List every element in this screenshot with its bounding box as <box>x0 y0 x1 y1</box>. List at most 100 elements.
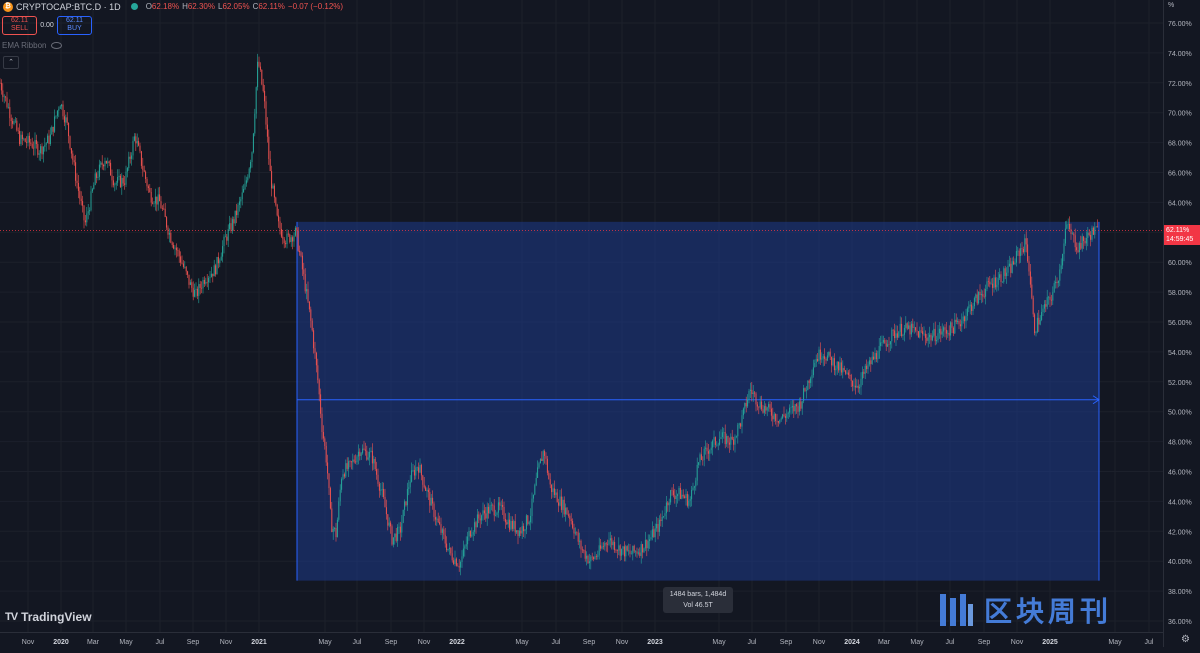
candle-body <box>706 447 708 452</box>
candle-body <box>299 250 301 253</box>
candle-body <box>943 327 945 332</box>
candle-body <box>542 450 544 462</box>
candle-body <box>315 352 317 366</box>
chart-area[interactable] <box>0 0 1163 632</box>
candle-body <box>933 328 935 336</box>
candle-body <box>559 496 561 506</box>
candle-body <box>579 540 581 542</box>
candle-body <box>895 333 897 339</box>
candle-body <box>485 513 487 519</box>
candle-body <box>145 171 147 179</box>
candle-body <box>489 505 491 514</box>
candle-body <box>777 421 779 423</box>
candle-body <box>17 130 19 132</box>
candle-body <box>297 230 299 251</box>
tradingview-logo[interactable]: TV TradingView <box>5 610 92 624</box>
candle-body <box>934 328 936 342</box>
candle-body <box>1039 319 1041 325</box>
candle-body <box>616 550 618 551</box>
candle-body <box>1038 317 1040 325</box>
candle-body <box>294 227 296 236</box>
candle-body <box>97 176 99 178</box>
candle-body <box>821 358 823 360</box>
candle-body <box>14 120 16 122</box>
candle-body <box>916 330 918 332</box>
ohlc-close: C62.11% <box>252 2 285 11</box>
candle-body <box>356 456 358 463</box>
candle-body <box>59 106 61 109</box>
candle-body <box>122 177 124 184</box>
candle-body <box>205 282 207 284</box>
eye-icon[interactable] <box>51 42 63 49</box>
candle-body <box>229 223 231 230</box>
candle-body <box>1014 262 1016 265</box>
candle-body <box>44 144 46 147</box>
candle-body <box>868 360 870 365</box>
candle-body <box>667 502 669 506</box>
candle-body <box>705 447 707 449</box>
candle-body <box>609 538 611 541</box>
candle-body <box>689 499 691 501</box>
candle-body <box>510 520 512 530</box>
candle-body <box>860 378 862 387</box>
candle-body <box>966 308 968 316</box>
gear-icon[interactable]: ⚙ <box>1181 634 1190 645</box>
candle-body <box>236 210 238 216</box>
candle-body <box>867 364 869 370</box>
candle-body <box>283 238 285 244</box>
symbol-name[interactable]: CRYPTOCAP:BTC.D · 1D <box>16 2 121 12</box>
candle-body <box>878 346 880 359</box>
candle-body <box>629 550 631 554</box>
symbol-header: ₿ CRYPTOCAP:BTC.D · 1D O62.18% H62.30% L… <box>0 0 343 13</box>
candle-body <box>373 458 375 464</box>
candle-body <box>923 333 925 335</box>
x-tick-label: 2021 <box>251 639 267 646</box>
candle-body <box>468 531 470 537</box>
candle-body <box>587 555 589 564</box>
candle-body <box>608 540 610 545</box>
candle-body <box>828 351 830 356</box>
candle-body <box>189 282 191 285</box>
candle-body <box>831 356 833 366</box>
candle-body <box>668 502 670 506</box>
candle-body <box>853 385 855 387</box>
candle-body <box>460 562 462 568</box>
candle-body <box>300 252 302 256</box>
candle-body <box>1056 281 1058 283</box>
candle-body <box>950 322 952 336</box>
measure-range-box[interactable] <box>297 221 1099 581</box>
candle-body <box>709 450 711 454</box>
candle-body <box>86 213 88 223</box>
candle-body <box>93 184 95 190</box>
collapse-legend-button[interactable]: ⌃ <box>3 56 19 69</box>
candle-body <box>1035 332 1037 334</box>
candle-body <box>335 527 337 538</box>
candle-body <box>292 237 294 242</box>
candle-body <box>180 256 182 263</box>
candle-body <box>692 487 694 491</box>
candle-body <box>364 449 366 451</box>
sell-button[interactable]: 62.11 SELL <box>2 15 37 35</box>
candle-body <box>948 332 950 336</box>
candle-body <box>441 529 443 533</box>
candle-body <box>496 512 498 516</box>
candle-body <box>992 283 994 288</box>
indicator-legend[interactable]: EMA Ribbon <box>2 41 63 50</box>
y-tick-label: 52.00% <box>1168 380 1192 387</box>
time-axis[interactable]: Nov 2020 Mar May Jul Sep Nov 2021 May Jul Sep Nov 20… <box>0 632 1163 648</box>
candle-body <box>2 90 4 97</box>
candle-body <box>619 545 621 556</box>
y-tick-label: 76.00% <box>1168 21 1192 28</box>
candle-body <box>224 236 226 238</box>
candle-body <box>320 394 322 414</box>
candle-body <box>773 413 775 420</box>
buy-button[interactable]: 62.11 BUY <box>57 15 92 35</box>
candle-body <box>104 160 106 167</box>
candlestick-chart[interactable] <box>0 0 1163 632</box>
candle-body <box>476 514 478 528</box>
candle-body <box>94 173 96 185</box>
price-axis[interactable]: 76.00% 74.00% 72.00% 70.00% 68.00% 66.00% 64.0… <box>1163 0 1200 647</box>
candle-body <box>261 69 263 85</box>
candle-body <box>269 158 271 172</box>
y-tick-label: 58.00% <box>1168 290 1192 297</box>
